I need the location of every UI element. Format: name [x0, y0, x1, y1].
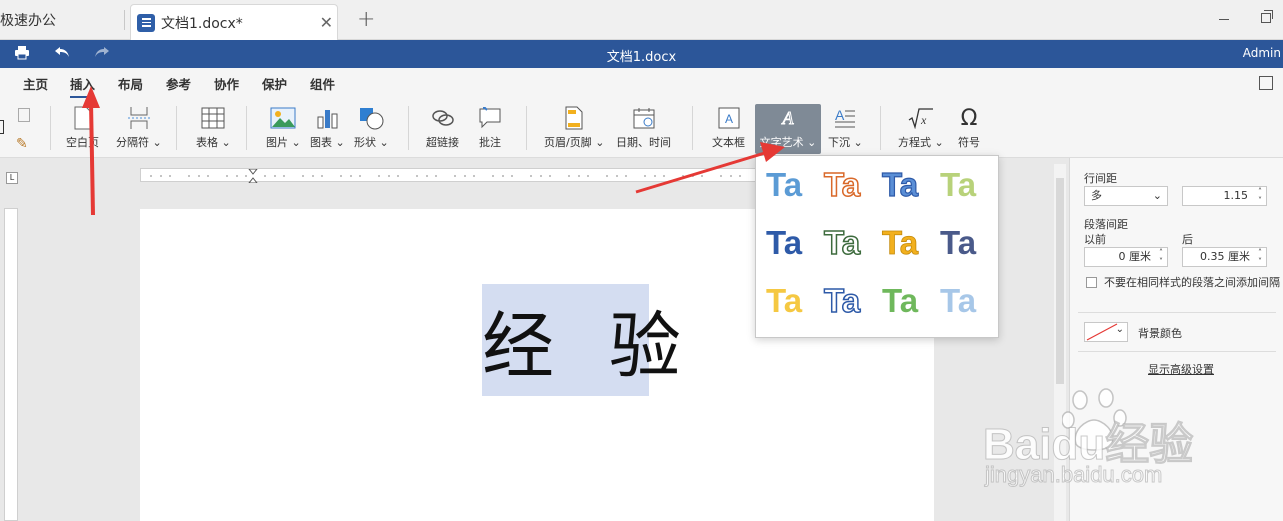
arrow-to-wordart-button [635, 142, 785, 194]
arrow-to-insert-menu [82, 86, 100, 216]
annotation-arrows [82, 86, 785, 216]
